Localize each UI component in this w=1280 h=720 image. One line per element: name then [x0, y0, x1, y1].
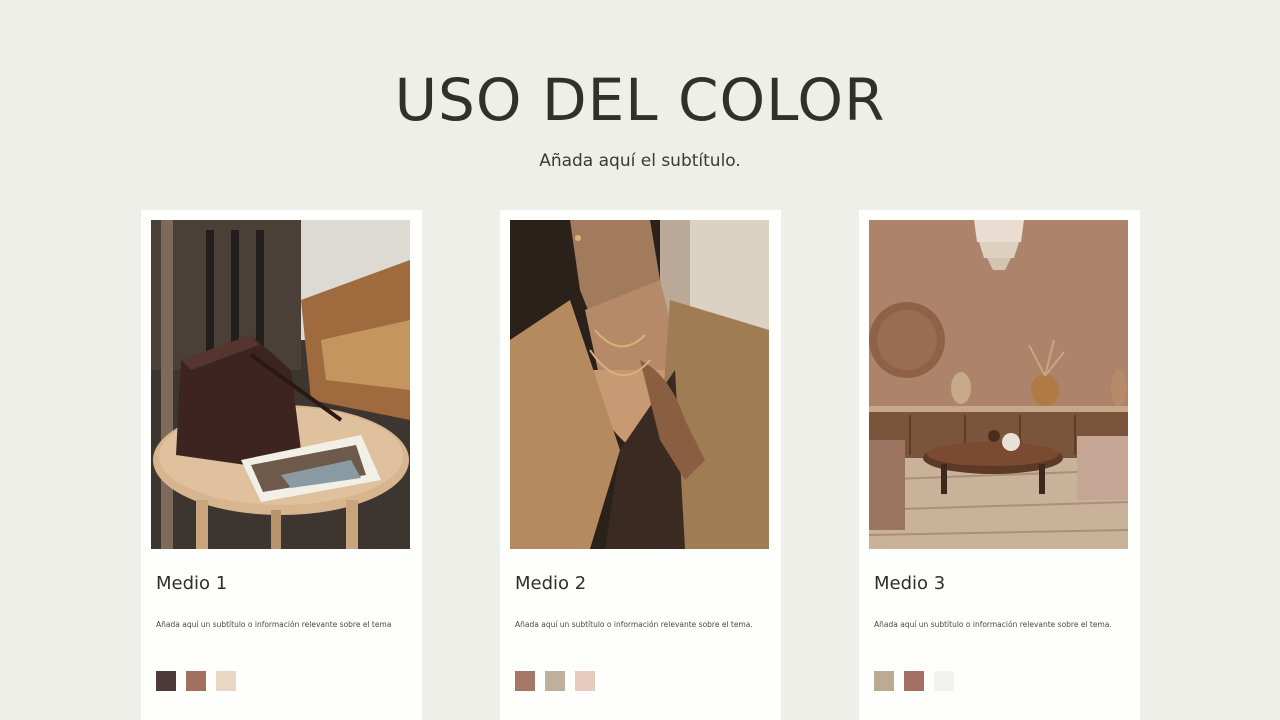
card-3-title: Medio 3 — [874, 573, 946, 594]
slide-title: USO DEL COLOR — [394, 66, 886, 134]
card-1-description: Añada aquí un subtítulo o información re… — [156, 620, 392, 629]
card-2-photo — [510, 220, 769, 549]
card-2-title: Medio 2 — [515, 573, 587, 594]
card-1-photo — [151, 220, 410, 549]
color-card-2: Medio 2 Añada aquí un subtítulo o inform… — [500, 210, 781, 720]
card-2-description: Añada aquí un subtítulo o información re… — [515, 620, 753, 629]
swatch-sand — [874, 671, 894, 691]
swatch-cream — [216, 671, 236, 691]
swatch-blush — [575, 671, 595, 691]
slide: USO DEL COLOR Añada aquí el subtítulo. M… — [0, 0, 1280, 720]
living-room-photo-image — [869, 220, 1128, 549]
card-3-description: Añada aquí un subtítulo o información re… — [874, 620, 1112, 629]
card-1-title: Medio 1 — [156, 573, 228, 594]
woman-blazer-photo-image — [510, 220, 769, 549]
card-3-photo — [869, 220, 1128, 549]
bag-table-photo-image — [151, 220, 410, 549]
swatch-taupe — [545, 671, 565, 691]
color-card-1: Medio 1 Añada aquí un subtítulo o inform… — [141, 210, 422, 720]
swatch-dark-brown — [156, 671, 176, 691]
card-3-swatches — [874, 671, 954, 691]
slide-subtitle: Añada aquí el subtítulo. — [539, 151, 741, 171]
card-2-swatches — [515, 671, 595, 691]
swatch-off-white — [934, 671, 954, 691]
color-card-3: Medio 3 Añada aquí un subtítulo o inform… — [859, 210, 1140, 720]
swatch-clay — [904, 671, 924, 691]
swatch-terracotta — [186, 671, 206, 691]
swatch-rose-brown — [515, 671, 535, 691]
card-1-swatches — [156, 671, 236, 691]
